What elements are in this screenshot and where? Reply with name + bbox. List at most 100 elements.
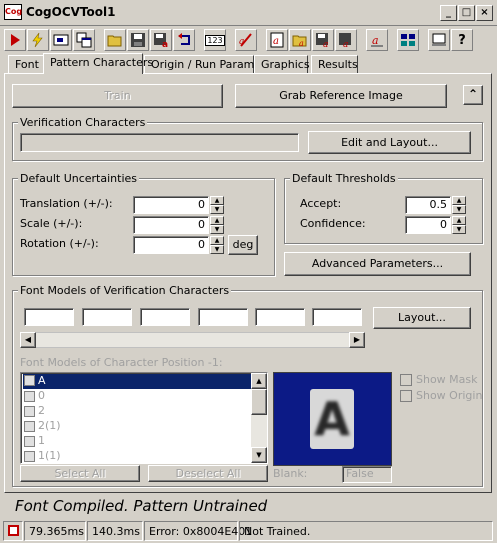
font-model-list[interactable]: A 0 2 2(1) 1 1(1) ▲ ▼ xyxy=(20,372,268,464)
char-slot-1[interactable] xyxy=(24,308,74,326)
show-origin-label: Show Origin xyxy=(416,389,483,402)
status-time-2: 140.3ms xyxy=(87,521,143,541)
list-selection-highlight xyxy=(23,374,251,389)
tab-results[interactable]: Results xyxy=(311,55,358,74)
run-icon[interactable] xyxy=(4,29,26,51)
svg-text:a: a xyxy=(343,40,348,48)
scroll-left-icon[interactable]: ◀ xyxy=(20,332,36,348)
uncertainties-title: Default Uncertainties xyxy=(18,172,139,185)
blank-label: Blank: xyxy=(273,467,308,480)
char-slot-6[interactable] xyxy=(312,308,362,326)
help-icon[interactable]: ? xyxy=(451,29,473,51)
show-origin-checkbox[interactable] xyxy=(400,390,412,402)
scale-stepper[interactable]: ▲ ▼ xyxy=(210,216,224,234)
train-button[interactable]: Train xyxy=(12,84,223,108)
app-icon: Cog xyxy=(4,4,22,20)
live-icon[interactable] xyxy=(27,29,49,51)
deselect-all-button[interactable]: Deselect All xyxy=(148,465,268,482)
window-title: CogOCVTool1 xyxy=(26,5,116,19)
accept-stepper[interactable]: ▲ ▼ xyxy=(452,196,466,214)
list-checkbox[interactable] xyxy=(24,375,35,386)
tab-font[interactable]: Font xyxy=(8,55,45,74)
list-checkbox[interactable] xyxy=(24,406,35,417)
tab-origin-run-params[interactable]: Origin / Run Params xyxy=(144,55,260,74)
list-checkbox[interactable] xyxy=(24,421,35,432)
tab-pattern-characters[interactable]: Pattern Characters xyxy=(43,53,153,74)
position-label: Font Models of Character Position -1: xyxy=(20,356,223,369)
character-preview: A xyxy=(273,372,392,466)
char-slot-4[interactable] xyxy=(198,308,248,326)
scroll-down-icon[interactable]: ▼ xyxy=(251,447,267,463)
list-item[interactable]: 2(1) xyxy=(38,419,61,432)
char-slot-2[interactable] xyxy=(82,308,132,326)
svg-text:a: a xyxy=(299,39,304,48)
verification-characters-field xyxy=(20,133,299,152)
svg-text:a: a xyxy=(323,40,328,48)
list-checkbox[interactable] xyxy=(24,436,35,447)
list-item[interactable]: 2 xyxy=(38,404,45,417)
status-indicator-icon xyxy=(8,525,19,536)
collapse-button[interactable]: ⌃ xyxy=(463,85,483,105)
open-icon[interactable] xyxy=(104,29,126,51)
save-icon[interactable] xyxy=(127,29,149,51)
status-error: Error: 0x8004E401 xyxy=(144,521,252,541)
rotation-stepper[interactable]: ▲ ▼ xyxy=(210,236,224,254)
confidence-stepper[interactable]: ▲ ▼ xyxy=(452,216,466,234)
char-slot-5[interactable] xyxy=(255,308,305,326)
minimize-button[interactable]: _ xyxy=(440,5,457,21)
scroll-up-icon[interactable]: ▲ xyxy=(251,373,267,389)
list-checkbox[interactable] xyxy=(24,451,35,462)
counter-icon[interactable]: 123 xyxy=(204,29,226,51)
list-item[interactable]: 1 xyxy=(38,434,45,447)
select-all-button[interactable]: Select All xyxy=(20,465,140,482)
grab-reference-image-button[interactable]: Grab Reference Image xyxy=(235,84,447,108)
grid-icon[interactable] xyxy=(397,29,419,51)
layout-button[interactable]: Layout... xyxy=(373,307,471,329)
list-item[interactable]: 0 xyxy=(38,389,45,402)
scale-input[interactable]: 0 xyxy=(133,216,209,234)
display-icon[interactable] xyxy=(428,29,450,51)
verification-title: Verification Characters xyxy=(18,116,148,129)
scroll-right-icon[interactable]: ▶ xyxy=(349,332,365,348)
preview-character: A xyxy=(314,392,350,446)
reset-icon[interactable] xyxy=(173,29,195,51)
horizontal-scrollbar[interactable] xyxy=(20,332,365,348)
open-folder-icon[interactable]: a xyxy=(289,29,311,51)
save-font-icon[interactable]: a xyxy=(312,29,334,51)
thresholds-title: Default Thresholds xyxy=(290,172,398,185)
scale-label: Scale (+/-): xyxy=(20,217,83,230)
tab-graphics[interactable]: Graphics xyxy=(254,55,310,74)
deg-button[interactable]: deg xyxy=(228,235,258,255)
wizard-icon[interactable]: a xyxy=(366,29,388,51)
scroll-thumb[interactable] xyxy=(251,389,267,415)
edit-and-layout-button[interactable]: Edit and Layout... xyxy=(308,131,471,154)
show-mask-checkbox[interactable] xyxy=(400,374,412,386)
translation-label: Translation (+/-): xyxy=(20,197,113,210)
advanced-parameters-button[interactable]: Advanced Parameters... xyxy=(284,252,471,276)
image-icon[interactable] xyxy=(50,29,72,51)
confidence-input[interactable]: 0 xyxy=(405,216,451,234)
list-item[interactable]: 1(1) xyxy=(38,449,61,462)
translation-stepper[interactable]: ▲ ▼ xyxy=(210,196,224,214)
accept-label: Accept: xyxy=(300,197,342,210)
status-message: Font Compiled. Pattern Untrained xyxy=(15,497,268,515)
translation-input[interactable]: 0 xyxy=(133,196,209,214)
window-icon[interactable] xyxy=(73,29,95,51)
font-models-title: Font Models of Verification Characters xyxy=(18,284,232,297)
svg-text:a: a xyxy=(162,40,168,48)
close-button[interactable]: × xyxy=(476,5,493,21)
save-as-icon[interactable]: a xyxy=(150,29,172,51)
char-slot-3[interactable] xyxy=(140,308,190,326)
svg-text:a: a xyxy=(239,37,244,47)
edit-icon[interactable]: a xyxy=(235,29,257,51)
save-font-as-icon[interactable]: a xyxy=(335,29,357,51)
show-mask-label: Show Mask xyxy=(416,373,478,386)
accept-input[interactable]: 0.5 xyxy=(405,196,451,214)
open-font-icon[interactable]: a xyxy=(266,29,288,51)
list-checkbox[interactable] xyxy=(24,391,35,402)
list-item[interactable]: A xyxy=(38,374,46,387)
rotation-label: Rotation (+/-): xyxy=(20,237,99,250)
rotation-input[interactable]: 0 xyxy=(133,236,209,254)
maximize-button[interactable]: □ xyxy=(458,5,475,21)
svg-text:a: a xyxy=(273,36,279,47)
